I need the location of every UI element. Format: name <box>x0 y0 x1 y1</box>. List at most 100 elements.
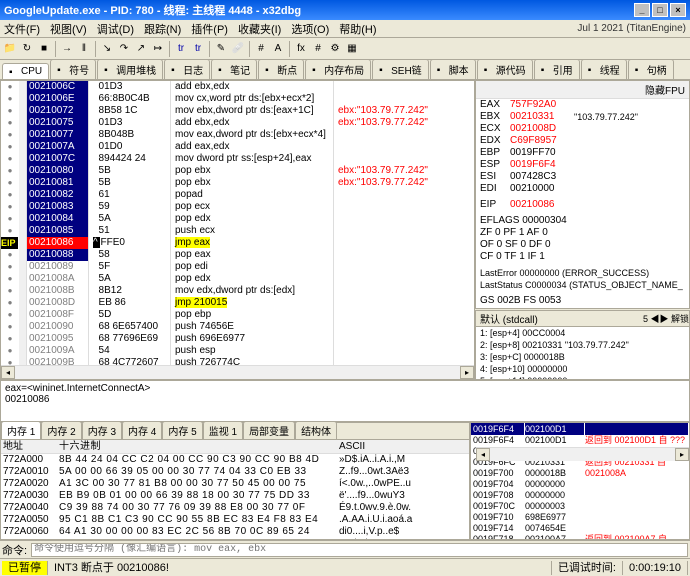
scrollbar-track[interactable] <box>15 366 460 379</box>
dump-row[interactable]: 772A0008B 44 24 04 CC C2 04 00 CC 90 C3 … <box>1 454 469 466</box>
main-tab[interactable]: ▪笔记 <box>211 59 257 79</box>
disasm-row[interactable]: ●00210085 51push ecx <box>1 225 474 237</box>
stack-row[interactable]: 0019F710698E6977 <box>471 512 689 523</box>
patch-icon[interactable]: 🩹 <box>230 41 246 57</box>
disasm-row[interactable]: ●00210083 59pop ecx <box>1 201 474 213</box>
stack-panel[interactable]: 0019F6F4 002100D1 0019F6F4002100D1返回到 00… <box>470 422 690 540</box>
pause-icon[interactable]: ‖ <box>76 41 92 57</box>
main-tab[interactable]: ▪符号 <box>50 59 96 79</box>
script-icon[interactable]: ✎ <box>213 41 229 57</box>
dump-row[interactable]: 772A0040C9 39 88 74 00 30 77 76 09 39 88… <box>1 502 469 514</box>
disasm-row[interactable]: EIP▶00210086^ FFE0jmp eax <box>1 237 474 249</box>
disassembly-panel[interactable]: ●0021006C 01D3add ebx,edx●0021006E 66:8B… <box>0 80 475 380</box>
menu-item[interactable]: 收藏夹(I) <box>238 21 281 37</box>
fpu-toggle[interactable]: 隐藏FPU <box>476 81 689 99</box>
stack-arg-row[interactable]: 2: [esp+8] 00210331 "103.79.77.242" <box>476 339 689 351</box>
stack-arg-row[interactable]: 4: [esp+10] 00000000 <box>476 363 689 375</box>
stack-arg-row[interactable]: 5: [esp+14] 00000000 <box>476 375 689 380</box>
dump-panel[interactable]: 内存 1内存 2内存 3内存 4内存 5监视 1局部变量结构体 地址 十六进制 … <box>0 422 470 540</box>
minimize-button[interactable]: _ <box>634 3 650 17</box>
step-over-icon[interactable]: ↷ <box>116 41 132 57</box>
main-tab[interactable]: ▪断点 <box>258 59 304 79</box>
stack-row[interactable]: 0019F7000000018B <box>471 468 689 479</box>
dump-row[interactable]: 772A006064 A1 30 00 00 00 83 EC 2C 56 8B… <box>1 526 469 538</box>
disasm-row[interactable]: ●00210089 5Fpop edi <box>1 261 474 273</box>
dump-row[interactable]: 772A0030EB B9 0B 01 00 00 66 39 88 18 00… <box>1 490 469 502</box>
stack-row[interactable]: 0019F7140074654E <box>471 523 689 534</box>
menu-item[interactable]: 插件(P) <box>191 21 228 37</box>
restart-icon[interactable]: ↻ <box>19 41 35 57</box>
scroll-right-icon[interactable]: ▸ <box>460 366 474 379</box>
dump-row[interactable]: 772A005095 C1 8B C1 C3 90 CC 90 55 8B EC… <box>1 514 469 526</box>
dump-row[interactable]: 772A0070FF 8D 45 24 89 74 24 14 50 FF 15… <box>1 538 469 539</box>
main-tab[interactable]: ▪内存布局 <box>305 59 371 79</box>
main-tab[interactable]: ▪句柄 <box>628 59 674 79</box>
dump-tab[interactable]: 局部变量 <box>243 421 295 439</box>
menu-item[interactable]: 文件(F) <box>4 21 40 37</box>
disasm-row[interactable]: ●00210095 68 77696E69push 696E6977 <box>1 333 474 345</box>
menu-item[interactable]: 调试(D) <box>97 21 134 37</box>
disasm-row[interactable]: ●00210080 5Bpop ebxebx:"103.79.77.242" <box>1 165 474 177</box>
maximize-button[interactable]: □ <box>652 3 668 17</box>
menu-item[interactable]: 视图(V) <box>50 21 87 37</box>
open-icon[interactable]: 📁 <box>2 41 18 57</box>
main-tab[interactable]: ▪源代码 <box>477 59 533 79</box>
register-row[interactable]: EDI00210000 <box>476 183 689 195</box>
calc-icon[interactable]: fx <box>293 41 309 57</box>
menu-item[interactable]: 跟踪(N) <box>144 21 181 37</box>
disasm-row[interactable]: ●0021008B 8B12mov edx,dword ptr ds:[edx] <box>1 285 474 297</box>
dump-row[interactable]: 772A00105A 00 00 66 39 05 00 00 30 77 74… <box>1 466 469 478</box>
stack-convention[interactable]: 默认 (stdcall) <box>476 311 542 326</box>
eip-value[interactable]: 00210086 <box>510 199 574 211</box>
register-row[interactable]: EBP0019FF70 <box>476 147 689 159</box>
disasm-row[interactable]: ●0021006C 01D3add ebx,edx <box>1 81 474 93</box>
stack-row[interactable]: 0019F70400000000 <box>471 479 689 490</box>
disasm-row[interactable]: ●0021007C 894424 24mov dword ptr ss:[esp… <box>1 153 474 165</box>
run-icon[interactable]: → <box>59 41 75 57</box>
dump-tab[interactable]: 监视 1 <box>203 421 243 439</box>
disasm-row[interactable]: ●0021006E 66:8B0C4Bmov cx,word ptr ds:[e… <box>1 93 474 105</box>
comment-icon[interactable]: # <box>253 41 269 57</box>
dump-tab[interactable]: 结构体 <box>295 421 337 439</box>
scroll-left-icon[interactable]: ◂ <box>1 366 15 379</box>
registers-panel[interactable]: 隐藏FPU EAX757F92A0EBX00210331"103.79.77.2… <box>475 80 690 309</box>
hash-icon[interactable]: # <box>310 41 326 57</box>
disasm-row[interactable]: ●0021008A 5Apop edx <box>1 273 474 285</box>
register-row[interactable]: EAX757F92A0 <box>476 99 689 111</box>
disasm-row[interactable]: ●0021008F 5Dpop ebp <box>1 309 474 321</box>
dump-tab[interactable]: 内存 4 <box>122 421 162 439</box>
disasm-row[interactable]: ●0021009A 54push esp <box>1 345 474 357</box>
main-tab[interactable]: ▪日志 <box>164 59 210 79</box>
main-tab[interactable]: ▪线程 <box>581 59 627 79</box>
disasm-row[interactable]: ●00210077 8B048Bmov eax,dword ptr ds:[eb… <box>1 129 474 141</box>
stack-row[interactable]: 0019F70800000000 <box>471 490 689 501</box>
close-button[interactable]: × <box>670 3 686 17</box>
register-row[interactable]: ECX0021008D <box>476 123 689 135</box>
stack-row[interactable]: 0019F70C00000003 <box>471 501 689 512</box>
dump-tab[interactable]: 内存 2 <box>41 421 81 439</box>
step-into-icon[interactable]: ↘ <box>99 41 115 57</box>
stack-row[interactable]: 0019F718002100A7返回到 002100A7 自 002100A7 <box>471 534 689 540</box>
stack-arg-row[interactable]: 3: [esp+C] 0000018B <box>476 351 689 363</box>
command-input[interactable] <box>31 543 688 557</box>
disasm-row[interactable]: ●00210081 5Bpop ebxebx:"103.79.77.242" <box>1 177 474 189</box>
dump-row[interactable]: 772A0020A1 3C 00 30 77 81 B8 00 00 30 77… <box>1 478 469 490</box>
trace-into-icon[interactable]: tr <box>173 41 189 57</box>
disasm-row[interactable]: ●0021008D EB 86jmp 210015 <box>1 297 474 309</box>
dump-tab[interactable]: 内存 5 <box>162 421 202 439</box>
step-out-icon[interactable]: ↗ <box>133 41 149 57</box>
main-tab[interactable]: ▪调用堆栈 <box>97 59 163 79</box>
stack-arg-row[interactable]: 1: [esp+4] 00CC0004 <box>476 327 689 339</box>
disasm-row[interactable]: ●0021007A 01D0add eax,edx <box>1 141 474 153</box>
stack-row[interactable]: 0019F6F4002100D1返回到 002100D1 自 ??? <box>471 435 689 446</box>
step-n-icon[interactable]: ↦ <box>150 41 166 57</box>
label-icon[interactable]: A <box>270 41 286 57</box>
register-row[interactable]: EDXC69F8957 <box>476 135 689 147</box>
settings-icon[interactable]: ⚙ <box>327 41 343 57</box>
trace-over-icon[interactable]: tr <box>190 41 206 57</box>
register-row[interactable]: EBX00210331"103.79.77.242" <box>476 111 689 123</box>
disasm-row[interactable]: ●00210088 58pop eax <box>1 249 474 261</box>
stop-icon[interactable]: ■ <box>36 41 52 57</box>
dump-tab[interactable]: 内存 1 <box>1 421 41 439</box>
disasm-row[interactable]: ●00210090 68 6E657400push 74656E <box>1 321 474 333</box>
